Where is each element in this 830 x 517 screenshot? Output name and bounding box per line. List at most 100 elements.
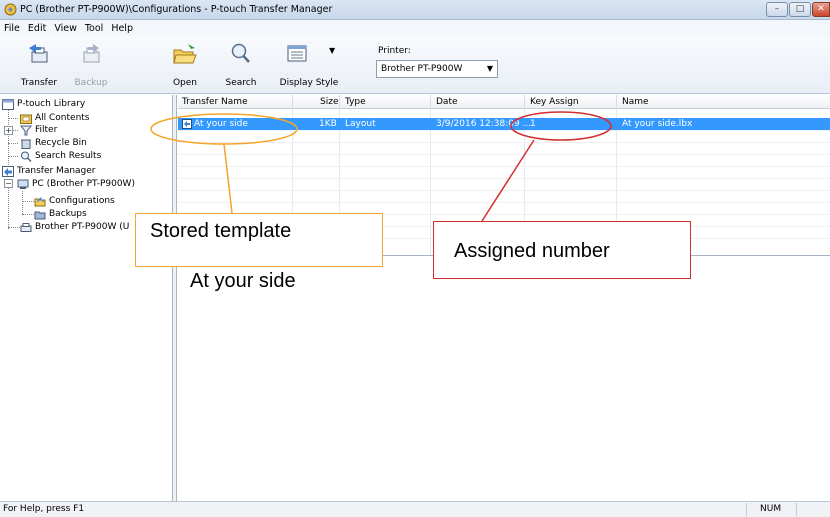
backup-icon [83, 44, 100, 63]
tree-label: Backups [49, 209, 87, 219]
transfer-label: Transfer [20, 78, 58, 88]
backups-icon [34, 211, 46, 219]
assigned-number-callout: Assigned number [433, 221, 691, 279]
callout-text: Assigned number [454, 240, 610, 262]
tree-label: Transfer Manager [17, 166, 96, 176]
search-results-icon [21, 151, 32, 162]
open-button[interactable]: Open [160, 40, 210, 92]
display-style-dropdown-icon[interactable]: ▼ [329, 46, 335, 55]
tree-item-pc[interactable]: PC (Brother PT-P900W) [17, 178, 135, 190]
column-type[interactable]: Type [345, 97, 366, 107]
column-date[interactable]: Date [436, 97, 458, 107]
display-style-icon [287, 45, 307, 62]
menu-file[interactable]: File [4, 23, 20, 34]
tree-item-configurations[interactable]: Configurations [34, 195, 115, 207]
column-divider[interactable] [292, 95, 293, 109]
tree-connector [22, 214, 34, 215]
chevron-down-icon: ▼ [486, 64, 493, 73]
tree-label: PC (Brother PT-P900W) [32, 179, 135, 189]
all-contents-icon [20, 114, 32, 124]
cell-transfer-name: At your side [194, 119, 248, 129]
printer-icon [20, 222, 32, 232]
grid-line [178, 202, 830, 203]
column-size[interactable]: Size [320, 97, 338, 107]
library-icon [2, 98, 14, 110]
cell-date: 3/9/2016 12:38:09 ... [436, 119, 532, 129]
tree-label: Configurations [49, 196, 115, 206]
printer-label: Printer: [378, 46, 411, 56]
transfer-button[interactable]: Transfer [14, 40, 64, 92]
column-key-assign[interactable]: Key Assign [530, 97, 579, 107]
tree-connector [22, 191, 23, 214]
printer-select[interactable]: Brother PT-P900W ▼ [376, 60, 498, 78]
grid-line [178, 130, 830, 131]
tree-connector [22, 201, 34, 202]
backup-button[interactable]: Backup [66, 40, 116, 92]
tree-item-transfer-manager[interactable]: Transfer Manager [2, 165, 96, 177]
preview-pane: At your side [178, 256, 830, 501]
list-header: Transfer Name Size Type Date Key Assign … [178, 95, 830, 109]
search-icon [231, 43, 250, 63]
configurations-icon [34, 196, 46, 206]
column-divider[interactable] [524, 95, 525, 109]
search-button[interactable]: Search [216, 40, 266, 92]
display-style-label: Display Style [279, 78, 339, 88]
menu-bar: File Edit View Tool Help [0, 20, 830, 36]
tree-label: Filter [35, 125, 58, 135]
grid-line [178, 190, 830, 191]
tree-connector [8, 156, 18, 157]
maximize-button[interactable]: □ [789, 2, 811, 17]
column-divider[interactable] [616, 95, 617, 109]
status-bar: For Help, press F1 NUM [0, 501, 830, 517]
tree-item-ptouch-library[interactable]: P-touch Library [2, 98, 85, 110]
tree-item-device[interactable]: Brother PT-P900W (U [20, 221, 129, 233]
toolbar: Transfer Backup Open Search Display Styl… [0, 36, 830, 94]
column-divider[interactable] [430, 95, 431, 109]
tree-label: Recycle Bin [35, 138, 87, 148]
collapse-pc-icon[interactable]: − [4, 179, 13, 188]
backup-label: Backup [74, 78, 108, 88]
grid-line [178, 142, 830, 143]
status-help-text: For Help, press F1 [3, 504, 85, 514]
tree-item-backups[interactable]: Backups [34, 208, 87, 220]
open-folder-icon [173, 44, 197, 64]
transfer-manager-icon [2, 165, 14, 177]
tree-label: P-touch Library [17, 99, 86, 109]
layout-file-icon [182, 119, 192, 129]
column-transfer-name[interactable]: Transfer Name [182, 97, 248, 107]
preview-text: At your side [190, 270, 296, 292]
tree-item-all-contents[interactable]: All Contents [20, 112, 90, 124]
grid-line [178, 166, 830, 167]
column-divider[interactable] [339, 95, 340, 109]
expand-filter-icon[interactable]: + [4, 126, 13, 135]
tree-item-search-results[interactable]: Search Results [20, 150, 101, 162]
menu-tool[interactable]: Tool [85, 23, 103, 34]
window-title: PC (Brother PT-P900W)\Configurations - P… [20, 4, 333, 15]
status-divider [796, 503, 797, 516]
recycle-bin-icon [21, 139, 31, 149]
title-bar: PC (Brother PT-P900W)\Configurations - P… [0, 0, 830, 20]
pane-splitter[interactable] [173, 95, 177, 501]
tree-label: Brother PT-P900W (U [35, 222, 130, 232]
tree-label: Search Results [35, 151, 102, 161]
minimize-icon: – [774, 4, 780, 14]
minimize-button[interactable]: – [766, 2, 788, 17]
tree-connector [8, 181, 9, 229]
menu-edit[interactable]: Edit [28, 23, 46, 34]
column-name[interactable]: Name [622, 97, 649, 107]
callout-text: Stored template [150, 220, 292, 242]
search-label: Search [225, 78, 257, 88]
filter-icon [20, 125, 32, 135]
table-row[interactable]: At your side 1KB Layout 3/9/2016 12:38:0… [178, 118, 830, 130]
cell-size: 1KB [319, 119, 337, 129]
cell-type: Layout [345, 119, 376, 129]
tree-item-recycle-bin[interactable]: Recycle Bin [20, 137, 87, 149]
tree-item-filter[interactable]: Filter [20, 124, 57, 136]
printer-select-value: Brother PT-P900W [381, 64, 463, 74]
close-button[interactable]: ✕ [812, 2, 830, 17]
close-icon: ✕ [817, 4, 825, 14]
menu-help[interactable]: Help [111, 23, 133, 34]
menu-view[interactable]: View [54, 23, 77, 34]
transfer-icon [29, 44, 48, 63]
grid-line [178, 154, 830, 155]
